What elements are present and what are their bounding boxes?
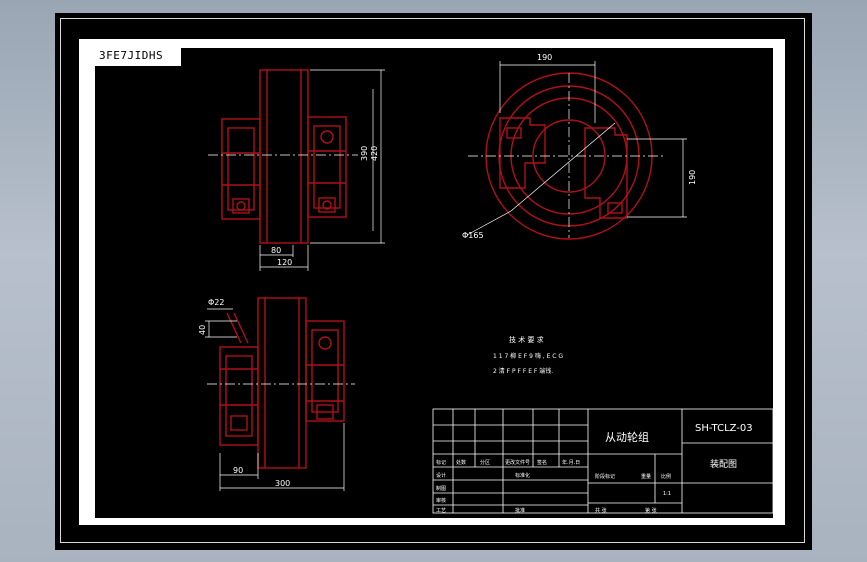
tb-label-design: 设计	[436, 472, 446, 479]
tb-label-draw: 制图	[436, 485, 446, 492]
tb-label-review: 审核	[436, 497, 446, 504]
tb-row-sign: 签名	[537, 459, 547, 466]
tb-sheet-page: 第 张	[645, 507, 657, 514]
dim-phi165: Φ165	[462, 231, 484, 240]
tb-row-mark: 标记	[436, 459, 446, 466]
part-name: 从动轮组	[605, 430, 649, 444]
dim-40: 40	[198, 325, 207, 335]
tb-label-approve: 批准	[515, 507, 525, 514]
front-view-dims	[208, 69, 385, 271]
tb-label-process: 工艺	[436, 508, 446, 514]
dim-190-horizontal: 190	[537, 53, 552, 62]
drawing-number: SH-TCLZ-03	[695, 423, 753, 434]
tb-row-zone: 分区	[480, 459, 490, 466]
bottom-view-dims	[205, 308, 355, 491]
dim-390: 390	[360, 146, 369, 161]
drawing-canvas: 390 420 80 120 190 190 Φ165 Φ22 40 90 30…	[198, 53, 774, 514]
dim-300: 300	[275, 479, 290, 488]
tb-scale-value: 1:1	[663, 491, 671, 497]
tech-notes-heading: 技 术 要 求	[509, 336, 544, 344]
bottom-view	[219, 297, 345, 469]
tb-stage-label: 阶段标记	[595, 473, 615, 480]
tech-notes-line1: 1 1 7 柳 E F 9 嗨 , E C G	[493, 353, 564, 360]
dim-80: 80	[271, 246, 281, 255]
dim-90: 90	[233, 466, 243, 475]
tb-scale-label: 比例	[661, 473, 671, 480]
tb-row-change: 更改文件号	[505, 459, 530, 466]
drawing-type: 装配图	[710, 458, 737, 470]
tech-notes-line2: 2 清 F P F F E F 端钱.	[493, 368, 554, 375]
front-view	[221, 69, 347, 244]
bearing-block-right	[584, 127, 628, 219]
tb-sheet-count: 共 张	[595, 507, 607, 514]
tb-row-count: 处数	[456, 459, 466, 466]
dim-120: 120	[277, 258, 292, 267]
dim-420: 420	[370, 146, 379, 161]
tb-label-standard: 标准化	[515, 472, 530, 479]
dim-phi22: Φ22	[208, 298, 224, 307]
tb-weight-label: 重量	[641, 473, 651, 480]
cad-viewport[interactable]: 3FE7JIDHS 390 420 80 120 190 190 Φ165 Φ2…	[55, 13, 812, 550]
dim-190-vertical: 190	[688, 170, 697, 185]
tb-row-date: 年.月.日	[562, 459, 580, 466]
